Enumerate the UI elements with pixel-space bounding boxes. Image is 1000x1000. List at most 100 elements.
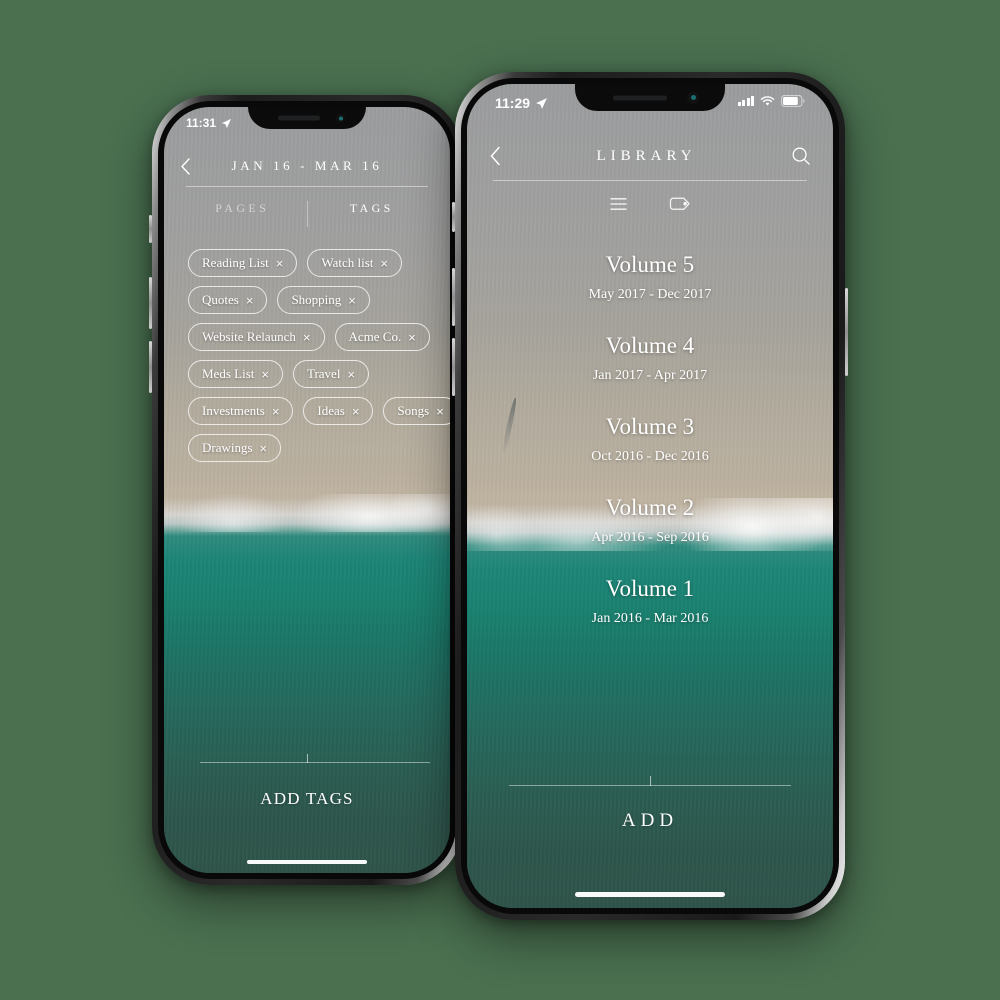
tag-chip[interactable]: Website Relaunch ×	[188, 323, 325, 351]
volume-date-range: Oct 2016 - Dec 2016	[591, 449, 709, 464]
status-time-group: 11:31	[186, 116, 232, 130]
close-icon[interactable]: ×	[260, 441, 268, 456]
nav-bar: LIBRARY	[467, 140, 833, 172]
close-icon[interactable]: ×	[347, 367, 355, 382]
nav-bar: JAN 16 - MAR 16	[164, 153, 450, 179]
status-indicators	[737, 95, 806, 107]
status-time: 11:29	[495, 95, 531, 111]
location-arrow-icon	[221, 118, 232, 128]
status-time-group: 11:29	[495, 95, 548, 111]
volume-down-button[interactable]	[452, 338, 455, 396]
volume-down-button[interactable]	[149, 341, 152, 393]
power-button[interactable]	[845, 288, 848, 376]
tag-chip[interactable]: Drawings ×	[188, 434, 282, 462]
volume-up-button[interactable]	[149, 277, 152, 329]
tag-chip-label: Reading List	[202, 255, 269, 270]
close-icon[interactable]: ×	[272, 404, 280, 419]
tag-chip-label: Quotes	[202, 292, 239, 307]
tag-chip-label: Meds List	[202, 366, 255, 381]
page-title: LIBRARY	[596, 147, 697, 164]
tag-chip-list: Reading List × Watch list × Quotes × Shopping ×…	[188, 249, 450, 462]
home-indicator[interactable]	[575, 892, 725, 897]
volume-title: Volume 5	[605, 252, 695, 277]
tag-chip-label: Drawings	[202, 440, 253, 455]
search-icon	[792, 147, 810, 165]
mute-switch[interactable]	[452, 202, 455, 232]
volume-list: Volume 5 May 2017 - Dec 2017 Volume 4 Jan 2…	[467, 252, 833, 657]
tag-chip[interactable]: Ideas ×	[303, 397, 374, 425]
close-icon[interactable]: ×	[436, 404, 444, 419]
volume-item[interactable]: Volume 1 Jan 2016 - Mar 2016	[467, 576, 833, 627]
phone-front-screen: 11:29 LIBRARY Volume 5 May 2017 - Dec 20…	[467, 84, 833, 908]
tag-chip[interactable]: Acme Co. ×	[334, 323, 430, 351]
footer-divider-tick	[650, 776, 651, 786]
tab-pages[interactable]: PAGES	[178, 201, 307, 227]
location-arrow-icon	[536, 97, 547, 109]
footer-divider-tick	[307, 754, 308, 763]
wifi-icon	[760, 95, 775, 106]
tag-chip-label: Ideas	[317, 403, 345, 418]
status-bar: 11:29	[467, 84, 833, 111]
cellular-signal-icon	[737, 96, 754, 106]
close-icon[interactable]: ×	[352, 404, 360, 419]
tag-icon[interactable]	[669, 197, 691, 216]
tag-chip-label: Songs	[397, 403, 430, 418]
close-icon[interactable]: ×	[380, 256, 388, 271]
close-icon[interactable]: ×	[246, 293, 254, 308]
volume-item[interactable]: Volume 5 May 2017 - Dec 2017	[467, 252, 833, 303]
add-tags-button[interactable]: ADD TAGS	[164, 789, 450, 809]
close-icon[interactable]: ×	[261, 367, 269, 382]
home-indicator[interactable]	[247, 860, 367, 864]
tag-chip[interactable]: Travel ×	[292, 360, 370, 388]
search-button[interactable]	[791, 146, 811, 166]
mute-switch[interactable]	[149, 215, 152, 243]
tag-chip-label: Website Relaunch	[202, 329, 296, 344]
phone-back-screen: 11:31 JAN 16 - MAR 16 PAGES TAGS Reading…	[164, 107, 450, 873]
close-icon[interactable]: ×	[303, 330, 311, 345]
volume-title: Volume 1	[605, 576, 695, 601]
volume-title: Volume 2	[605, 495, 695, 520]
chevron-left-icon	[181, 157, 190, 175]
tag-chip[interactable]: Meds List ×	[188, 360, 283, 388]
status-time: 11:31	[186, 116, 217, 130]
battery-icon	[781, 95, 805, 107]
tag-chip-label: Travel	[306, 366, 341, 381]
page-title: JAN 16 - MAR 16	[231, 158, 383, 173]
volume-date-range: Apr 2016 - Sep 2016	[591, 530, 709, 545]
screenshot-canvas: 11:31 JAN 16 - MAR 16 PAGES TAGS Reading…	[0, 0, 1000, 1000]
tag-chip[interactable]: Quotes ×	[188, 286, 268, 314]
status-bar: 11:31	[164, 107, 450, 130]
volume-item[interactable]: Volume 4 Jan 2017 - Apr 2017	[467, 333, 833, 384]
tag-chip-label: Acme Co.	[348, 329, 402, 344]
volume-item[interactable]: Volume 3 Oct 2016 - Dec 2016	[467, 414, 833, 465]
tag-chip[interactable]: Reading List ×	[188, 249, 298, 277]
tag-chip[interactable]: Songs ×	[383, 397, 450, 425]
phone-back: 11:31 JAN 16 - MAR 16 PAGES TAGS Reading…	[149, 95, 465, 885]
tag-chip-label: Shopping	[291, 292, 342, 307]
view-toolbar	[467, 192, 833, 220]
tag-chip[interactable]: Shopping ×	[277, 286, 370, 314]
header-divider	[493, 180, 807, 181]
phone-front: 11:29 LIBRARY Volume 5 May 2017 - Dec 20…	[452, 72, 848, 920]
volume-date-range: May 2017 - Dec 2017	[588, 287, 712, 302]
back-button[interactable]	[489, 146, 502, 166]
list-view-icon[interactable]	[609, 197, 627, 216]
close-icon[interactable]: ×	[276, 256, 284, 271]
volume-item[interactable]: Volume 2 Apr 2016 - Sep 2016	[467, 495, 833, 546]
close-icon[interactable]: ×	[408, 330, 416, 345]
tag-chip-label: Watch list	[321, 255, 374, 270]
tag-chip-label: Investments	[202, 403, 265, 418]
back-button[interactable]	[180, 157, 191, 175]
volume-date-range: Jan 2017 - Apr 2017	[592, 368, 708, 383]
volume-title: Volume 3	[605, 414, 695, 439]
tab-tags[interactable]: TAGS	[308, 201, 437, 227]
tag-chip[interactable]: Watch list ×	[307, 249, 403, 277]
add-button[interactable]: ADD	[467, 810, 833, 832]
tag-chip[interactable]: Investments ×	[188, 397, 294, 425]
close-icon[interactable]: ×	[348, 293, 356, 308]
volume-date-range: Jan 2016 - Mar 2016	[591, 611, 709, 626]
footer-divider	[200, 762, 430, 763]
volume-up-button[interactable]	[452, 268, 455, 326]
tab-bar: PAGES TAGS	[164, 201, 450, 227]
header-divider	[186, 186, 428, 187]
